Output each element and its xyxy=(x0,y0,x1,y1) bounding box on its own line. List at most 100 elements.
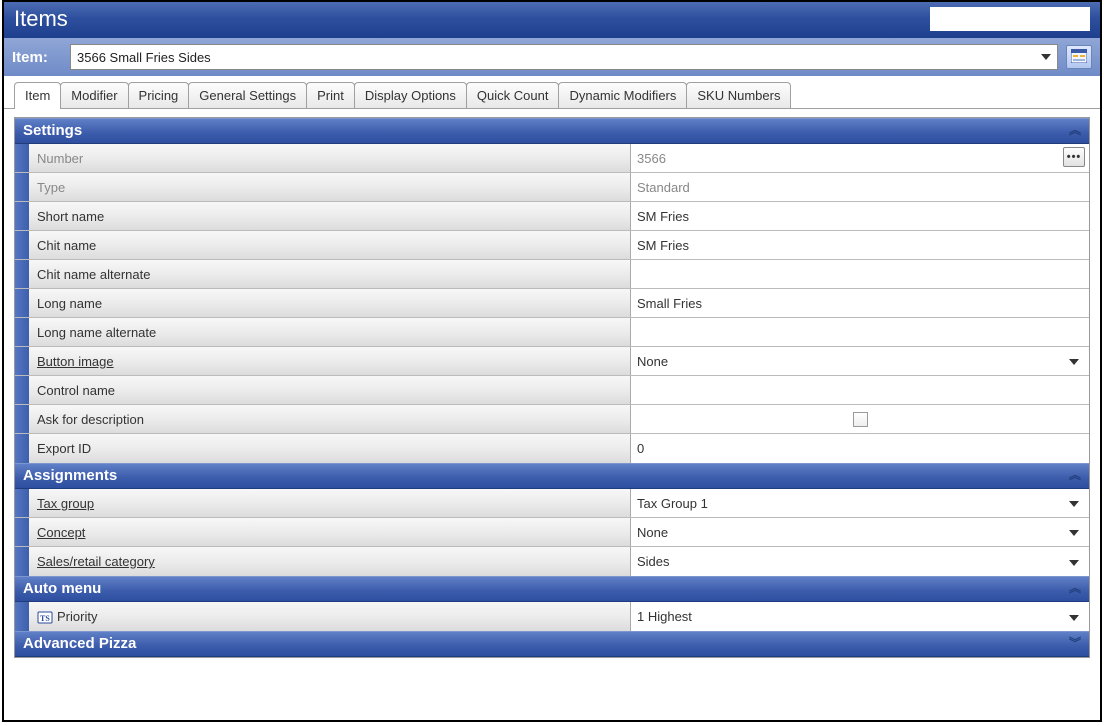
row-short-name: Short name SM Fries xyxy=(15,202,1089,231)
value-number[interactable]: 3566 ••• xyxy=(631,144,1089,172)
row-indicator xyxy=(15,405,29,433)
ask-description-checkbox[interactable] xyxy=(853,412,868,427)
item-select-value: 3566 Small Fries Sides xyxy=(77,50,211,65)
section-auto-menu-rows: TS Priority 1 Highest xyxy=(15,602,1089,631)
titlebar-field[interactable] xyxy=(930,7,1090,31)
value-ask-for-description[interactable] xyxy=(631,405,1089,433)
row-concept: Concept None xyxy=(15,518,1089,547)
row-indicator xyxy=(15,173,29,201)
tab-item[interactable]: Item xyxy=(14,82,61,109)
label-tax-group[interactable]: Tax group xyxy=(29,489,631,517)
row-indicator xyxy=(15,318,29,346)
row-control-name: Control name xyxy=(15,376,1089,405)
row-indicator xyxy=(15,602,29,631)
ts-icon: TS xyxy=(37,609,53,625)
section-assignments-title: Assignments xyxy=(23,467,1069,484)
collapse-icon: ︽ xyxy=(1069,585,1081,592)
row-export-id: Export ID 0 xyxy=(15,434,1089,463)
tab-sku-numbers[interactable]: SKU Numbers xyxy=(686,82,791,108)
label-short-name: Short name xyxy=(29,202,631,230)
label-long-name: Long name xyxy=(29,289,631,317)
value-export-id[interactable]: 0 xyxy=(631,434,1089,463)
label-long-name-alternate: Long name alternate xyxy=(29,318,631,346)
svg-text:TS: TS xyxy=(40,614,50,623)
row-indicator xyxy=(15,376,29,404)
row-chit-name: Chit name SM Fries xyxy=(15,231,1089,260)
label-button-image[interactable]: Button image xyxy=(29,347,631,375)
row-indicator xyxy=(15,518,29,546)
chevron-down-icon xyxy=(1041,54,1051,60)
section-auto-menu-header[interactable]: Auto menu ︽ xyxy=(15,576,1089,602)
value-short-name[interactable]: SM Fries xyxy=(631,202,1089,230)
row-ask-for-description: Ask for description xyxy=(15,405,1089,434)
item-selector-row: Item: 3566 Small Fries Sides xyxy=(4,38,1100,76)
value-button-image[interactable]: None xyxy=(631,347,1089,375)
section-auto-menu-title: Auto menu xyxy=(23,580,1069,597)
tab-general-settings[interactable]: General Settings xyxy=(188,82,307,108)
items-window: Items Item: 3566 Small Fries Sides Item … xyxy=(2,0,1102,722)
content-area: Settings ︽ Number 3566 ••• Type Standa xyxy=(4,109,1100,720)
tabs: Item Modifier Pricing General Settings P… xyxy=(4,76,1100,109)
tab-quick-count[interactable]: Quick Count xyxy=(466,82,560,108)
label-ask-for-description: Ask for description xyxy=(29,405,631,433)
card-icon xyxy=(1071,49,1087,66)
section-assignments-header[interactable]: Assignments ︽ xyxy=(15,463,1089,489)
row-tax-group: Tax group Tax Group 1 xyxy=(15,489,1089,518)
value-control-name[interactable] xyxy=(631,376,1089,404)
section-advanced-pizza-title: Advanced Pizza xyxy=(23,635,1069,652)
value-sales-retail-category[interactable]: Sides xyxy=(631,547,1089,576)
row-long-name: Long name Small Fries xyxy=(15,289,1089,318)
row-indicator xyxy=(15,231,29,259)
tab-modifier[interactable]: Modifier xyxy=(60,82,128,108)
label-priority: TS Priority xyxy=(29,602,631,631)
section-advanced-pizza-header[interactable]: Advanced Pizza ︾ xyxy=(15,631,1089,657)
value-tax-group[interactable]: Tax Group 1 xyxy=(631,489,1089,517)
item-select[interactable]: 3566 Small Fries Sides xyxy=(70,44,1058,70)
row-indicator xyxy=(15,144,29,172)
value-chit-name-alternate[interactable] xyxy=(631,260,1089,288)
row-priority: TS Priority 1 Highest xyxy=(15,602,1089,631)
value-chit-name[interactable]: SM Fries xyxy=(631,231,1089,259)
section-settings-rows: Number 3566 ••• Type Standard Short name xyxy=(15,144,1089,463)
titlebar: Items xyxy=(4,2,1100,38)
row-indicator xyxy=(15,202,29,230)
label-control-name: Control name xyxy=(29,376,631,404)
row-long-name-alternate: Long name alternate xyxy=(15,318,1089,347)
tab-display-options[interactable]: Display Options xyxy=(354,82,467,108)
value-long-name[interactable]: Small Fries xyxy=(631,289,1089,317)
item-detail-button[interactable] xyxy=(1066,45,1092,69)
tab-pricing[interactable]: Pricing xyxy=(128,82,190,108)
row-indicator xyxy=(15,434,29,463)
chevron-down-icon xyxy=(1069,359,1079,365)
tab-dynamic-modifiers[interactable]: Dynamic Modifiers xyxy=(558,82,687,108)
row-sales-retail-category: Sales/retail category Sides xyxy=(15,547,1089,576)
tab-print[interactable]: Print xyxy=(306,82,355,108)
row-indicator xyxy=(15,347,29,375)
window-title: Items xyxy=(14,6,930,32)
collapse-icon: ︽ xyxy=(1069,472,1081,479)
section-settings-header[interactable]: Settings ︽ xyxy=(15,118,1089,144)
ellipsis-button[interactable]: ••• xyxy=(1063,147,1085,167)
section-settings-title: Settings xyxy=(23,122,1069,139)
label-export-id: Export ID xyxy=(29,434,631,463)
row-indicator xyxy=(15,260,29,288)
row-number: Number 3566 ••• xyxy=(15,144,1089,173)
value-type: Standard xyxy=(631,173,1089,201)
value-priority[interactable]: 1 Highest xyxy=(631,602,1089,631)
collapse-icon: ︽ xyxy=(1069,127,1081,134)
label-type: Type xyxy=(29,173,631,201)
row-indicator xyxy=(15,489,29,517)
property-panel: Settings ︽ Number 3566 ••• Type Standa xyxy=(14,117,1090,658)
row-chit-name-alternate: Chit name alternate xyxy=(15,260,1089,289)
label-concept[interactable]: Concept xyxy=(29,518,631,546)
chevron-down-icon xyxy=(1069,560,1079,566)
chevron-down-icon xyxy=(1069,530,1079,536)
label-sales-retail-category[interactable]: Sales/retail category xyxy=(29,547,631,576)
item-label: Item: xyxy=(12,49,62,66)
chevron-down-icon xyxy=(1069,615,1079,621)
row-indicator xyxy=(15,289,29,317)
row-indicator xyxy=(15,547,29,576)
expand-icon: ︾ xyxy=(1069,640,1081,647)
value-concept[interactable]: None xyxy=(631,518,1089,546)
value-long-name-alternate[interactable] xyxy=(631,318,1089,346)
